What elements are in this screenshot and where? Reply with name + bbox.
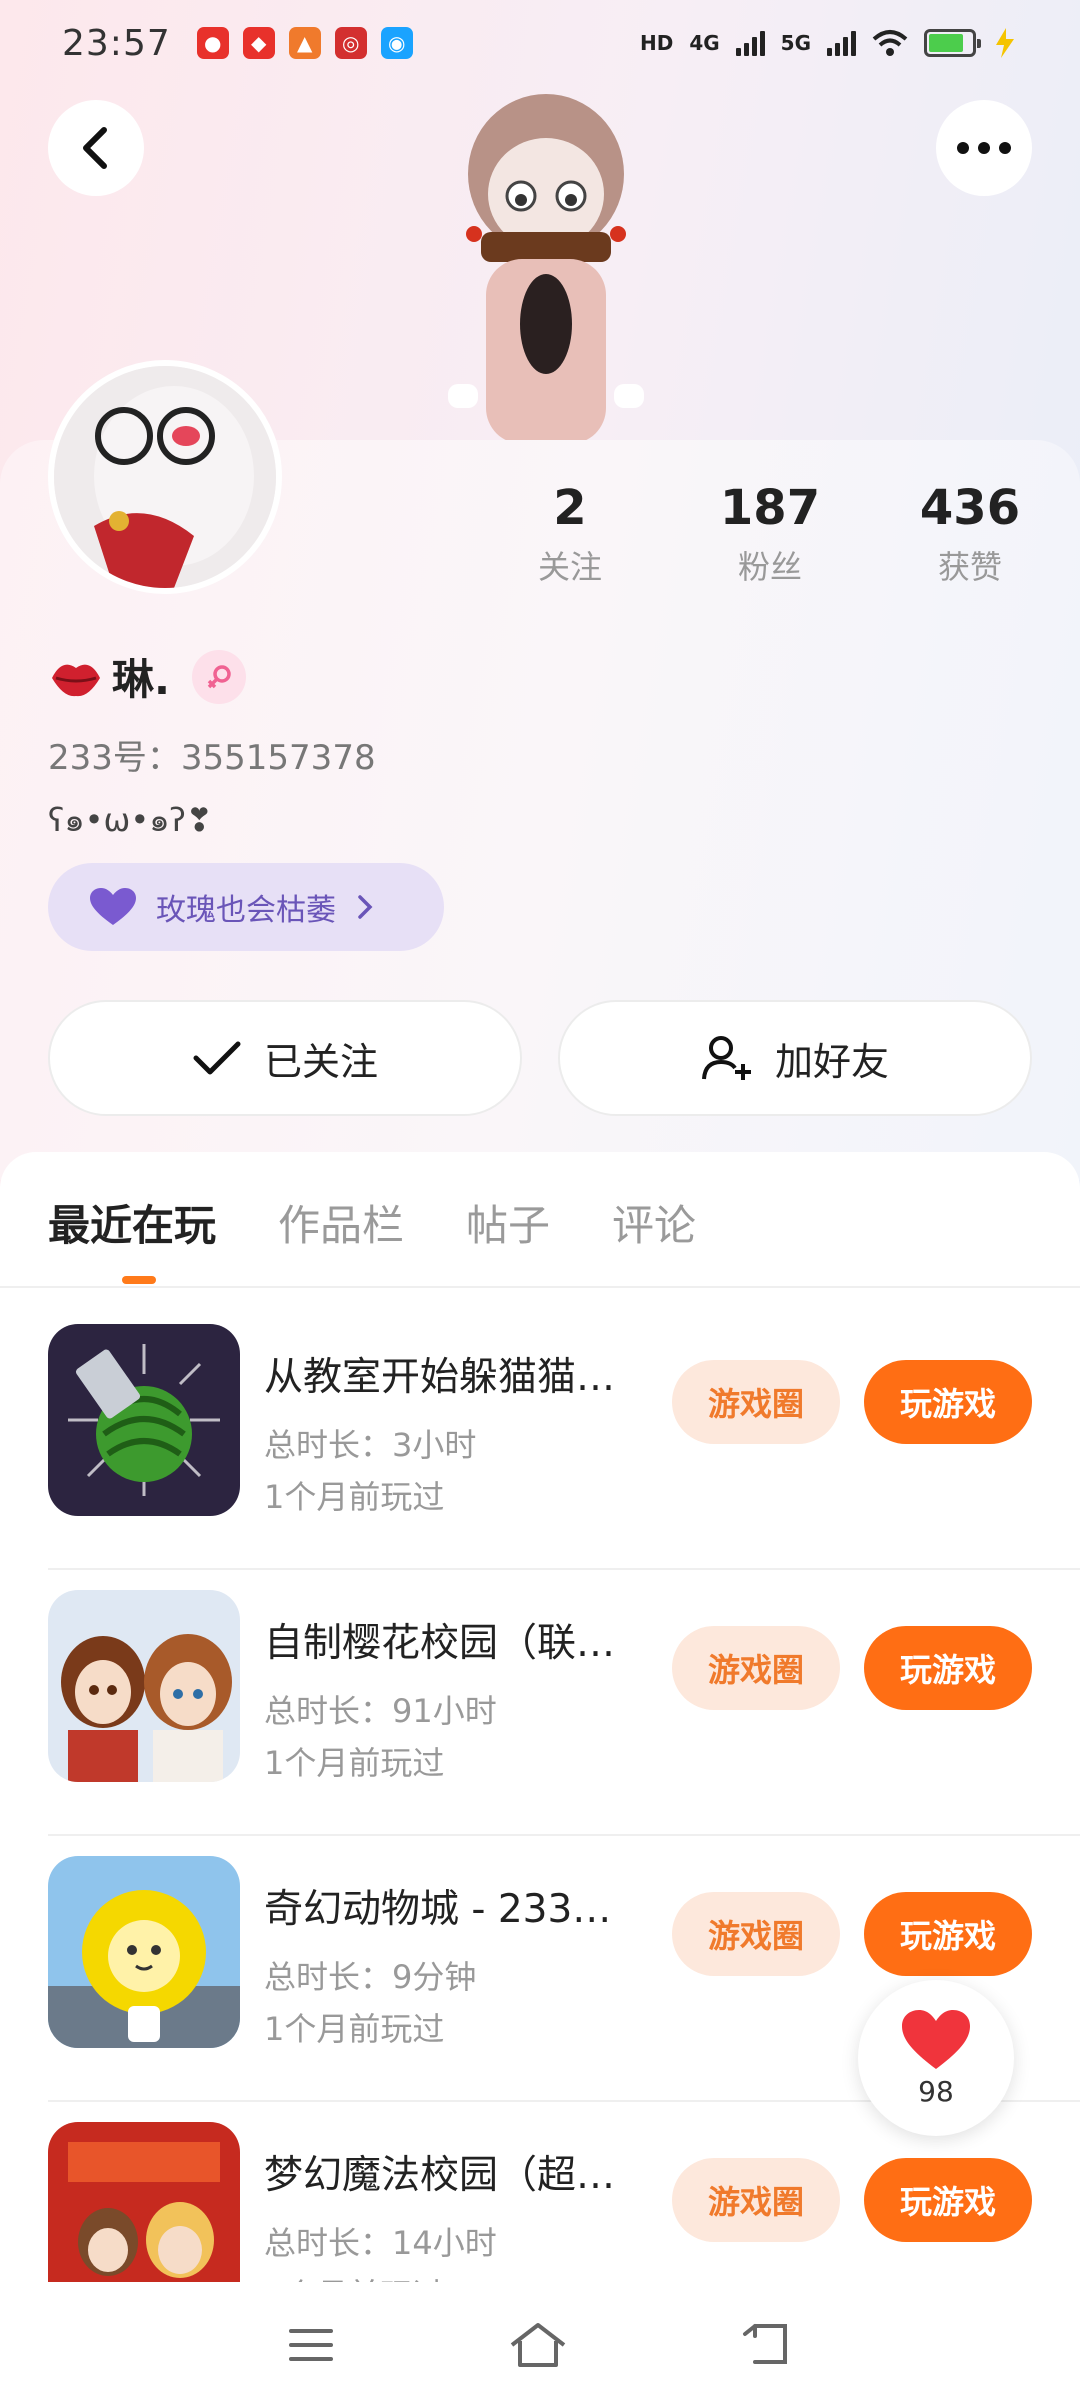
- game-icon: [48, 1324, 240, 1516]
- game-title: 从教室开始躲猫猫…: [264, 1355, 616, 1400]
- qq-icon: ◉: [380, 27, 413, 59]
- chevron-left-icon: [83, 127, 107, 169]
- gender-badge: [191, 649, 246, 704]
- app-notification-icon: ◆: [242, 27, 275, 59]
- 5g-label: 5G: [780, 31, 811, 55]
- 4g-label: 4G: [689, 31, 720, 55]
- name-row: 琳.: [48, 646, 246, 707]
- play-game-button[interactable]: 玩游戏: [864, 2158, 1032, 2242]
- app-notification-icon: ◎: [334, 27, 367, 59]
- list-item[interactable]: 从教室开始躲猫猫… 总时长：3小时 1个月前玩过 游戏圈 玩游戏: [0, 1304, 1080, 1570]
- game-duration: 总时长：91小时: [264, 1692, 497, 1730]
- stat-value: 436: [919, 480, 1021, 536]
- signal-icon: [735, 30, 765, 56]
- game-last-played: 1个月前玩过: [264, 1478, 445, 1516]
- stat-followers[interactable]: 187 粉丝: [670, 480, 870, 588]
- wifi-icon: [872, 30, 908, 56]
- game-circle-button[interactable]: 游戏圈: [672, 1892, 840, 1976]
- add-friend-button[interactable]: 加好友: [558, 1000, 1032, 1116]
- game-duration: 总时长：14小时: [264, 2224, 497, 2262]
- status-bar: 23:57 ● ◆ ▲ ◎ ◉ HD 4G 5G: [0, 0, 1080, 86]
- menu-icon[interactable]: [287, 2325, 335, 2365]
- heart-icon: [90, 888, 136, 925]
- avatar-figure: [426, 84, 666, 444]
- play-game-button[interactable]: 玩游戏: [864, 1360, 1032, 1444]
- game-duration: 总时长：9分钟: [264, 1958, 477, 1996]
- game-icon: [48, 1590, 240, 1782]
- more-button[interactable]: [936, 100, 1032, 196]
- system-nav-bar: [0, 2282, 1080, 2408]
- tag-pill[interactable]: 玫瑰也会枯萎: [48, 863, 444, 951]
- notification-icons: ● ◆ ▲ ◎ ◉: [196, 27, 413, 59]
- tab-indicator: [122, 1276, 156, 1284]
- status-indicators: HD 4G 5G: [640, 28, 1018, 58]
- tab-works[interactable]: 作品栏: [278, 1192, 404, 1253]
- stat-following[interactable]: 2 关注: [470, 480, 670, 588]
- game-duration: 总时长：3小时: [264, 1426, 477, 1464]
- follow-button[interactable]: 已关注: [48, 1000, 522, 1116]
- heart-icon: [902, 2009, 970, 2069]
- more-dots-icon: [957, 142, 1011, 154]
- tab-bar: 最近在玩 作品栏 帖子 评论: [48, 1192, 696, 1253]
- check-icon: [193, 1041, 241, 1075]
- tab-comments[interactable]: 评论: [612, 1192, 696, 1253]
- lips-icon: [52, 664, 100, 696]
- username: 琳.: [112, 655, 170, 704]
- stat-label: 获赞: [937, 548, 1002, 586]
- battery-icon: [924, 29, 981, 57]
- game-last-played: 1个月前玩过: [264, 1744, 445, 1782]
- game-title: 梦幻魔法校园（超…: [264, 2153, 616, 2198]
- profile-stats: 2 关注 187 粉丝 436 获赞: [470, 480, 1070, 588]
- stat-value: 2: [553, 480, 587, 536]
- back-button[interactable]: [48, 100, 144, 196]
- stat-likes[interactable]: 436 获赞: [870, 480, 1070, 588]
- signature: ʕ๑•ω•๑ʔ❣: [48, 801, 213, 839]
- game-icon: [48, 1856, 240, 2048]
- avatar[interactable]: [48, 360, 282, 594]
- signal-icon: [827, 30, 856, 56]
- back-icon[interactable]: [741, 2322, 793, 2368]
- game-circle-button[interactable]: 游戏圈: [672, 1360, 840, 1444]
- game-title: 自制樱花校园（联…: [264, 1621, 616, 1666]
- stat-label: 粉丝: [737, 548, 802, 586]
- game-title: 奇幻动物城 - 233…: [264, 1887, 612, 1932]
- chevron-right-icon: [358, 895, 373, 919]
- stat-label: 关注: [537, 548, 602, 586]
- tag-label: 玫瑰也会枯萎: [156, 893, 336, 928]
- game-last-played: 1个月前玩过: [264, 2010, 445, 2048]
- female-icon: [207, 664, 231, 688]
- hd-label: HD: [639, 31, 674, 55]
- play-game-button[interactable]: 玩游戏: [864, 1626, 1032, 1710]
- status-time: 23:57: [62, 22, 171, 64]
- user-id: 233号：355157378: [48, 738, 376, 778]
- profile-page: 23:57 ● ◆ ▲ ◎ ◉ HD 4G 5G 2 关注 187 粉丝 436…: [0, 0, 1080, 2408]
- home-icon[interactable]: [508, 2321, 568, 2369]
- game-circle-button[interactable]: 游戏圈: [672, 1626, 840, 1710]
- tab-posts[interactable]: 帖子: [466, 1192, 550, 1253]
- stat-value: 187: [719, 480, 821, 536]
- charging-icon: [996, 28, 1014, 58]
- app-notification-icon: ●: [196, 27, 229, 59]
- like-count: 98: [918, 2074, 954, 2108]
- app-notification-icon: ▲: [288, 27, 321, 59]
- game-circle-button[interactable]: 游戏圈: [672, 2158, 840, 2242]
- floating-like-button[interactable]: 98: [858, 1980, 1014, 2136]
- play-game-button[interactable]: 玩游戏: [864, 1892, 1032, 1976]
- add-user-icon: [701, 1036, 751, 1080]
- follow-label: 已关注: [263, 1039, 378, 1084]
- list-item[interactable]: 自制樱花校园（联… 总时长：91小时 1个月前玩过 游戏圈 玩游戏: [0, 1570, 1080, 1836]
- add-friend-label: 加好友: [774, 1039, 889, 1084]
- game-list: 从教室开始躲猫猫… 总时长：3小时 1个月前玩过 游戏圈 玩游戏 自制樱花校园（…: [0, 1304, 1080, 2368]
- tabs-divider: [0, 1286, 1080, 1288]
- tab-recently-played[interactable]: 最近在玩: [48, 1192, 216, 1253]
- content-section: 最近在玩 作品栏 帖子 评论 从教室开始躲猫猫… 总时长：3小时 1个月前玩过 …: [0, 1152, 1080, 2408]
